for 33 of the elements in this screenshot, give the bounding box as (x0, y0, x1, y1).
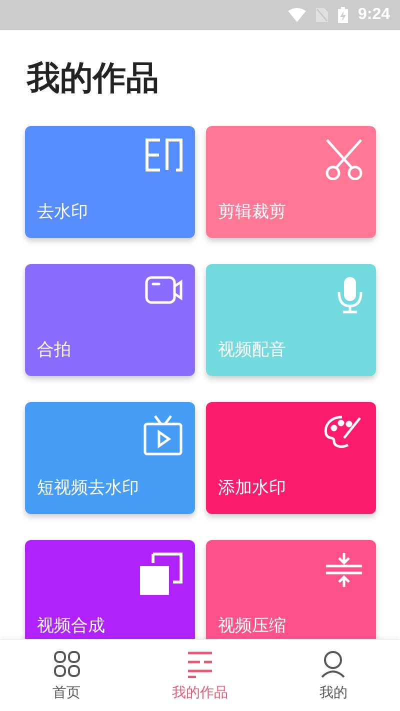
stamp-icon (145, 138, 183, 172)
card-label: 去水印 (37, 201, 88, 223)
feature-card[interactable]: 短视频去水印 (25, 402, 195, 514)
card-label: 剪辑裁剪 (218, 201, 286, 223)
feature-card[interactable]: 合拍 (25, 264, 195, 376)
microphone-icon (336, 276, 364, 314)
nav-tab[interactable]: 首页 (0, 640, 134, 711)
feature-card[interactable]: 去水印 (25, 126, 195, 238)
scissors-icon (324, 138, 364, 180)
compress-icon (324, 552, 364, 588)
battery-charging-icon (338, 7, 348, 23)
page-title: 我的作品 (27, 57, 160, 99)
card-label: 视频配音 (218, 339, 286, 361)
video-camera-icon (145, 276, 183, 304)
card-label: 短视频去水印 (37, 477, 139, 499)
list-icon (186, 650, 214, 678)
overlapping-squares-icon (139, 552, 183, 596)
card-label: 视频压缩 (218, 615, 286, 637)
palette-icon (322, 414, 364, 450)
feature-card[interactable]: 视频压缩 (206, 540, 376, 639)
feature-card[interactable]: 添加水印 (206, 402, 376, 514)
person-icon (319, 650, 348, 678)
no-sim-icon (316, 8, 328, 22)
card-label: 添加水印 (218, 477, 286, 499)
feature-card[interactable]: 视频合成 (25, 540, 195, 639)
nav-tab[interactable]: 我的作品 (133, 640, 267, 711)
card-label: 合拍 (37, 339, 71, 361)
feature-card[interactable]: 剪辑裁剪 (206, 126, 376, 238)
grid-icon (52, 650, 81, 678)
tv-play-icon (143, 414, 183, 456)
nav-tab[interactable]: 我的 (266, 640, 400, 711)
card-label: 视频合成 (37, 615, 105, 637)
wifi-icon (288, 8, 306, 22)
